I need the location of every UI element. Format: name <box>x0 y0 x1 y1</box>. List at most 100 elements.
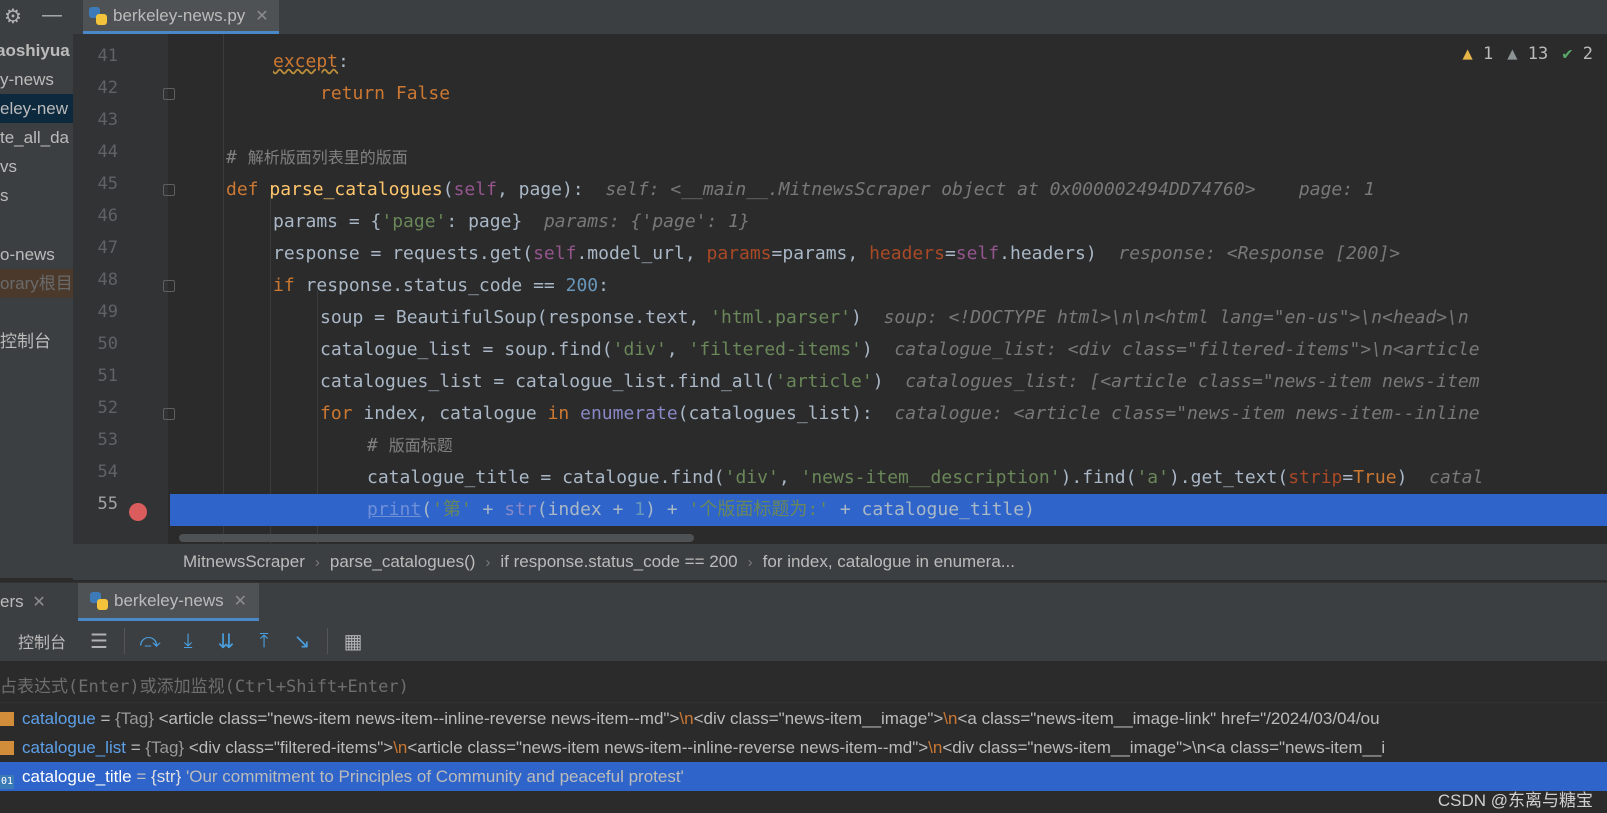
step-over-icon[interactable]: ⤼ <box>131 630 169 653</box>
inline-debug-value: catalogue: <article class="news-item new… <box>894 403 1480 424</box>
gutter: 41 42 43 44 45 46 47 48 49 50 51 52 53 5… <box>73 34 175 544</box>
line-number: 46 <box>97 206 118 226</box>
close-icon[interactable]: ✕ <box>234 591 247 611</box>
inline-debug-value: params: {'page': 1} <box>543 211 750 232</box>
fold-marker-icon[interactable] <box>163 88 175 100</box>
breadcrumb: MitnewsScraper › parse_catalogues() › if… <box>73 544 1607 580</box>
watermark: CSDN @东离与糖宝 <box>1437 791 1593 810</box>
line-number: 44 <box>97 142 118 162</box>
line-number: 41 <box>97 46 118 66</box>
code-line-51[interactable]: catalogues_list = catalogue_list.find_al… <box>320 366 1480 398</box>
project-item[interactable]: y-news <box>0 65 54 94</box>
inspection-widget[interactable]: ▲ 1 ▲ 13 ✔ 2 <box>1463 44 1593 64</box>
tab-previous[interactable]: ers ✕ <box>0 583 46 621</box>
inline-debug-value: response: <Response [200]> <box>1118 243 1401 264</box>
console-tab[interactable]: 控制台 <box>0 629 80 653</box>
code-line-55-execution-point[interactable]: print('第' + str(index + 1) + '个版面标题为:' +… <box>170 494 1607 526</box>
variables-panel: catalogue = {Tag} <article class="news-i… <box>0 703 1607 813</box>
code-line-54[interactable]: catalogue_title = catalogue.find('div', … <box>367 462 1483 494</box>
minimize-icon[interactable]: — <box>42 4 62 27</box>
project-panel: ⚙ — aoshiyua y-news eley-new te_all_da v… <box>0 0 73 578</box>
line-number: 45 <box>97 174 118 194</box>
fold-marker-icon[interactable] <box>163 280 175 292</box>
line-number: 49 <box>97 302 118 322</box>
project-item[interactable]: vs <box>0 152 17 181</box>
code-line-45[interactable]: def parse_catalogues(self, page): self: … <box>226 174 1375 206</box>
code-line-42[interactable]: return False <box>320 78 450 110</box>
weak-warning-count[interactable]: ▲ 13 <box>1507 44 1548 64</box>
line-number: 42 <box>97 78 118 98</box>
horizontal-scrollbar[interactable] <box>179 534 694 542</box>
code-line-50[interactable]: catalogue_list = soup.find('div', 'filte… <box>320 334 1480 366</box>
editor-tab-bar: berkeley-news.py ✕ <box>73 0 1607 35</box>
indent-guide <box>270 194 271 544</box>
evaluate-expression-bar[interactable]: 占表达式(Enter)或添加监视(Ctrl+Shift+Enter) <box>0 662 1607 703</box>
warning-count[interactable]: ▲ 1 <box>1463 44 1494 64</box>
code-line-46[interactable]: params = {'page': page} params: {'page':… <box>273 206 750 238</box>
indent-guide <box>223 34 224 544</box>
close-icon[interactable]: ✕ <box>255 6 268 26</box>
variable-row[interactable]: catalogue = {Tag} <article class="news-i… <box>0 704 1607 733</box>
tab-berkeley-news[interactable]: berkeley-news ✕ <box>78 583 260 621</box>
code-line-48[interactable]: if response.status_code == 200: <box>273 270 609 302</box>
code-line-53[interactable]: # 版面标题 <box>367 430 453 462</box>
project-item[interactable]: te_all_da <box>0 123 69 152</box>
line-number: 48 <box>97 270 118 290</box>
gear-icon[interactable]: ⚙ <box>4 4 22 29</box>
project-item[interactable]: o-news <box>0 240 55 269</box>
console-item[interactable]: 控制台 <box>0 327 51 356</box>
breadcrumb-item[interactable]: for index, catalogue in enumera... <box>753 552 1025 572</box>
breadcrumb-item[interactable]: MitnewsScraper <box>173 552 315 572</box>
step-into-icon[interactable]: ⤓ <box>169 630 207 653</box>
debug-toolbar: 控制台 ☰ ⤼ ⤓ ⇊ ⤒ ↘ ▦ <box>0 621 1607 661</box>
project-item[interactable]: s <box>0 181 9 210</box>
code-line-52[interactable]: for index, catalogue in enumerate(catalo… <box>320 398 1480 430</box>
tab-berkeley-news-py[interactable]: berkeley-news.py ✕ <box>83 0 279 34</box>
string-icon: 01 <box>0 775 14 789</box>
line-number-current: 55 <box>97 494 118 514</box>
tab-label: berkeley-news.py <box>113 5 246 25</box>
python-file-icon <box>89 6 107 25</box>
tab-label: berkeley-news <box>114 590 224 610</box>
code-line-44[interactable]: # 解析版面列表里的版面 <box>226 142 408 174</box>
breadcrumb-item[interactable]: parse_catalogues() <box>320 552 486 572</box>
project-item-selected[interactable]: eley-new <box>0 94 73 123</box>
line-number: 53 <box>97 430 118 450</box>
run-to-cursor-icon[interactable]: ↘ <box>283 629 321 654</box>
fold-marker-icon[interactable] <box>163 408 175 420</box>
variable-row[interactable]: catalogue_list = {Tag} <div class="filte… <box>0 733 1607 762</box>
external-library-item[interactable]: orary根目 <box>0 269 73 298</box>
inline-debug-value: catalogues_list: [<article class="news-i… <box>905 371 1480 392</box>
line-number: 43 <box>97 110 118 130</box>
project-root-item[interactable]: aoshiyua <box>0 36 70 65</box>
code-line-41[interactable]: except: <box>273 46 349 78</box>
toolbar-separator <box>124 628 126 654</box>
code-editor[interactable]: 41 42 43 44 45 46 47 48 49 50 51 52 53 5… <box>73 34 1607 544</box>
toolbar-separator <box>327 628 329 654</box>
line-number: 50 <box>97 334 118 354</box>
debug-tab-bar: ers ✕ berkeley-news ✕ <box>0 582 1607 621</box>
object-icon <box>0 741 14 755</box>
breadcrumb-item[interactable]: if response.status_code == 200 <box>490 552 747 572</box>
object-icon <box>0 712 14 726</box>
variable-row-selected[interactable]: 01 catalogue_title = {str} 'Our commitmen… <box>0 762 1607 791</box>
python-run-config-icon <box>90 591 108 610</box>
line-number: 54 <box>97 462 118 482</box>
inline-debug-value: catalogue_list: <div class="filtered-ite… <box>894 339 1480 360</box>
inline-debug-value: self: <__main__.MitnewsScraper object at… <box>605 179 1375 200</box>
calculator-icon[interactable]: ▦ <box>334 629 372 654</box>
fold-marker-icon[interactable] <box>163 184 175 196</box>
inline-debug-value: catal <box>1429 467 1484 488</box>
code-line-47[interactable]: response = requests.get(self.model_url, … <box>273 238 1400 270</box>
typo-count[interactable]: ✔ 2 <box>1562 44 1593 64</box>
breakpoint-icon[interactable] <box>129 503 147 521</box>
step-out-icon[interactable]: ⤒ <box>245 630 283 653</box>
close-icon[interactable]: ✕ <box>32 594 45 611</box>
evaluate-input-placeholder[interactable]: 占表达式(Enter)或添加监视(Ctrl+Shift+Enter) <box>0 672 409 697</box>
line-number: 52 <box>97 398 118 418</box>
line-number: 51 <box>97 366 118 386</box>
code-line-49[interactable]: soup = BeautifulSoup(response.text, 'htm… <box>320 302 1469 334</box>
step-into-my-code-icon[interactable]: ⇊ <box>207 629 245 654</box>
menu-icon[interactable]: ☰ <box>80 629 118 654</box>
inline-debug-value: soup: <!DOCTYPE html>\n\n<html lang="en-… <box>883 307 1469 328</box>
